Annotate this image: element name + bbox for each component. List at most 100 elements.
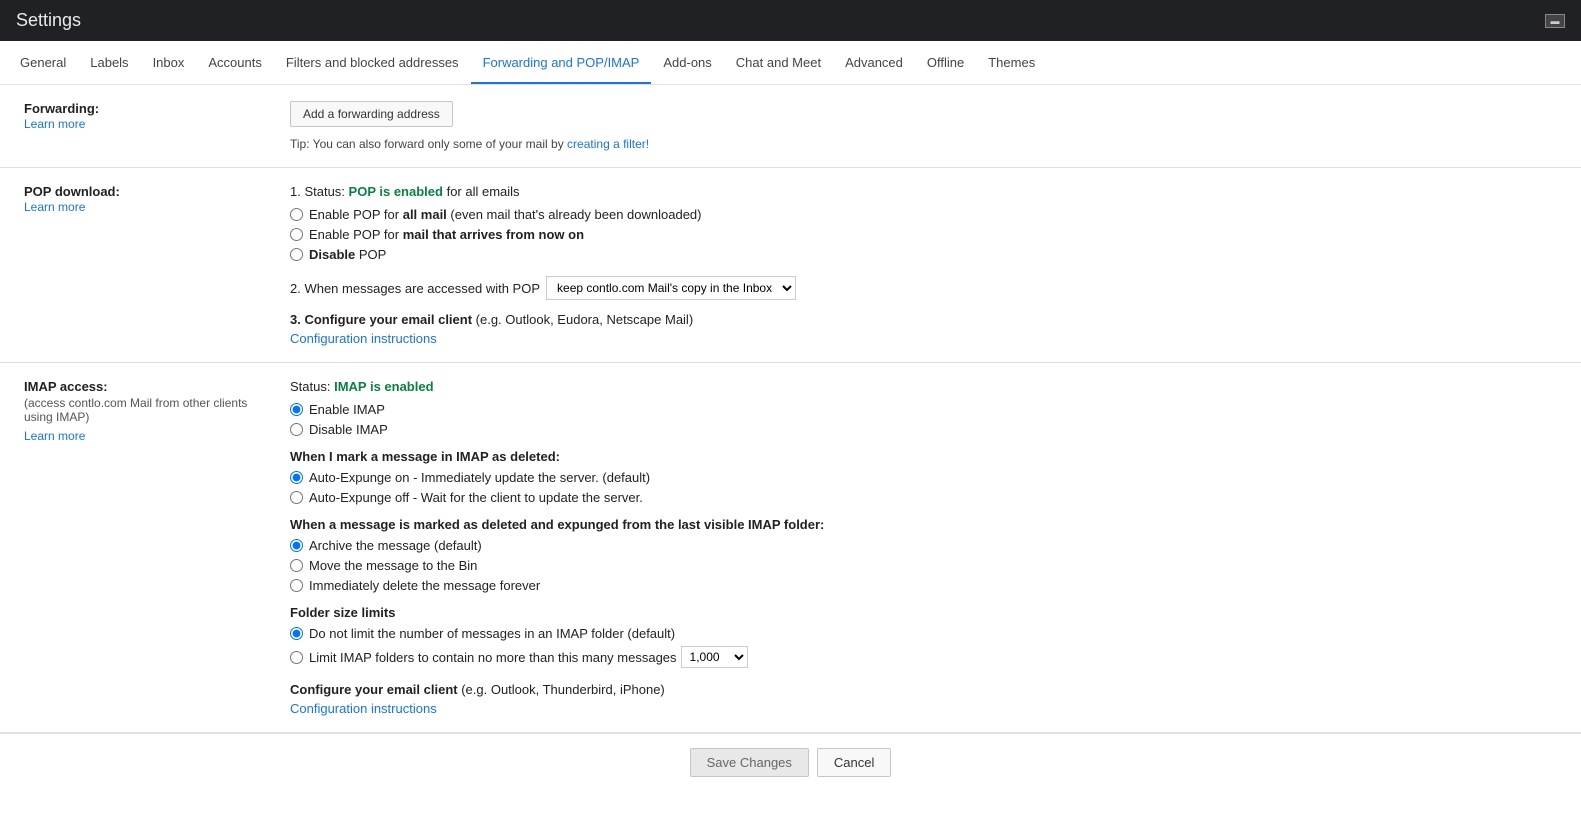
delete-forever-input[interactable] xyxy=(290,579,303,592)
pop-now-bold: mail that arrives from now on xyxy=(403,227,584,242)
archive-msg-input[interactable] xyxy=(290,539,303,552)
tip-prefix: Tip: You can also forward only some of y… xyxy=(290,137,564,151)
forwarding-label: Forwarding: Learn more xyxy=(0,101,290,151)
tab-advanced[interactable]: Advanced xyxy=(833,41,915,85)
pop-radio-disable-label: Disable POP xyxy=(309,247,386,262)
imap-expunged-heading: When a message is marked as deleted and … xyxy=(290,517,1565,532)
pop-configure-suffix: (e.g. Outlook, Eudora, Netscape Mail) xyxy=(472,312,693,327)
imap-desc: (access contlo.com Mail from other clien… xyxy=(24,396,266,424)
window-minimize-btn[interactable]: ▬ xyxy=(1545,14,1565,28)
auto-expunge-on-label: Auto-Expunge on - Immediately update the… xyxy=(309,470,650,485)
imap-enable-input[interactable] xyxy=(290,403,303,416)
pop-radio-disable-input[interactable] xyxy=(290,248,303,261)
auto-expunge-off-input[interactable] xyxy=(290,491,303,504)
pop-radio-all-input[interactable] xyxy=(290,208,303,221)
imap-content: Status: IMAP is enabled Enable IMAP Disa… xyxy=(290,379,1581,716)
tab-forwarding-pop-imap[interactable]: Forwarding and POP/IMAP xyxy=(471,41,652,85)
pop-learn-more[interactable]: Learn more xyxy=(24,200,85,214)
creating-filter-link[interactable]: creating a filter! xyxy=(567,137,649,151)
forwarding-learn-more[interactable]: Learn more xyxy=(24,117,85,131)
imap-label: IMAP access: (access contlo.com Mail fro… xyxy=(0,379,290,716)
tab-themes[interactable]: Themes xyxy=(976,41,1047,85)
title-bar: Settings ▬ xyxy=(0,0,1581,41)
imap-configure-strong: Configure your email client xyxy=(290,682,458,697)
forwarding-content: Add a forwarding address Tip: You can al… xyxy=(290,101,1581,151)
imap-configure-title: Configure your email client (e.g. Outloo… xyxy=(290,682,1565,697)
imap-status-line: Status: IMAP is enabled xyxy=(290,379,1565,394)
imap-disable-radio: Disable IMAP xyxy=(290,422,1565,437)
tab-addons[interactable]: Add-ons xyxy=(651,41,723,85)
tabs-bar: General Labels Inbox Accounts Filters an… xyxy=(0,41,1581,85)
tab-offline[interactable]: Offline xyxy=(915,41,976,85)
no-limit-input[interactable] xyxy=(290,627,303,640)
pop-status-prefix: 1. Status: xyxy=(290,184,349,199)
folder-limit-radio: Limit IMAP folders to contain no more th… xyxy=(290,646,1565,668)
pop-download-content: 1. Status: POP is enabled for all emails… xyxy=(290,184,1581,346)
imap-disable-label: Disable IMAP xyxy=(309,422,388,437)
forwarding-tip: Tip: You can also forward only some of y… xyxy=(290,137,1565,151)
pop-status-suffix: for all emails xyxy=(443,184,520,199)
imap-move-bin-radio: Move the message to the Bin xyxy=(290,558,1565,573)
imap-learn-more[interactable]: Learn more xyxy=(24,429,85,443)
folder-size-select[interactable]: 1,000 2,000 5,000 10,000 xyxy=(681,646,748,668)
add-forwarding-button[interactable]: Add a forwarding address xyxy=(290,101,453,127)
settings-page: General Labels Inbox Accounts Filters an… xyxy=(0,41,1581,837)
limit-msgs-input[interactable] xyxy=(290,651,303,664)
imap-deleted-heading: When I mark a message in IMAP as deleted… xyxy=(290,449,1565,464)
auto-expunge-off-label: Auto-Expunge off - Wait for the client t… xyxy=(309,490,643,505)
tab-general[interactable]: General xyxy=(8,41,78,85)
pop-radio-now: Enable POP for mail that arrives from no… xyxy=(290,227,1565,242)
move-bin-input[interactable] xyxy=(290,559,303,572)
pop-radio-disable: Disable POP xyxy=(290,247,1565,262)
tab-chat-meet[interactable]: Chat and Meet xyxy=(724,41,833,85)
imap-auto-expunge-on-radio: Auto-Expunge on - Immediately update the… xyxy=(290,470,1565,485)
delete-forever-label: Immediately delete the message forever xyxy=(309,578,540,593)
tab-labels[interactable]: Labels xyxy=(78,41,140,85)
forwarding-title: Forwarding: xyxy=(24,101,266,116)
auto-expunge-on-input[interactable] xyxy=(290,471,303,484)
forwarding-section: Forwarding: Learn more Add a forwarding … xyxy=(0,85,1581,168)
pop-config-link[interactable]: Configuration instructions xyxy=(290,331,437,346)
pop-download-section: POP download: Learn more 1. Status: POP … xyxy=(0,168,1581,363)
imap-status-prefix: Status: xyxy=(290,379,334,394)
imap-config-link[interactable]: Configuration instructions xyxy=(290,701,437,716)
imap-status-enabled: IMAP is enabled xyxy=(334,379,433,394)
imap-configure-suffix: (e.g. Outlook, Thunderbird, iPhone) xyxy=(458,682,665,697)
limit-msgs-label: Limit IMAP folders to contain no more th… xyxy=(309,650,677,665)
pop-all-bold: all mail xyxy=(403,207,447,222)
window-controls: ▬ xyxy=(1543,14,1565,28)
imap-auto-expunge-off-radio: Auto-Expunge off - Wait for the client t… xyxy=(290,490,1565,505)
pop-download-title: POP download: xyxy=(24,184,266,199)
tab-accounts[interactable]: Accounts xyxy=(196,41,273,85)
pop-status-enabled: POP is enabled xyxy=(349,184,443,199)
imap-disable-input[interactable] xyxy=(290,423,303,436)
tab-inbox[interactable]: Inbox xyxy=(141,41,197,85)
imap-title: IMAP access: xyxy=(24,379,266,394)
folder-size-heading: Folder size limits xyxy=(290,605,1565,620)
tab-filters[interactable]: Filters and blocked addresses xyxy=(274,41,471,85)
pop-when-label: 2. When messages are accessed with POP xyxy=(290,281,540,296)
pop-radio-all: Enable POP for all mail (even mail that'… xyxy=(290,207,1565,222)
imap-archive-radio: Archive the message (default) xyxy=(290,538,1565,553)
imap-access-section: IMAP access: (access contlo.com Mail fro… xyxy=(0,363,1581,733)
save-button[interactable]: Save Changes xyxy=(690,748,809,777)
pop-radio-now-input[interactable] xyxy=(290,228,303,241)
move-bin-label: Move the message to the Bin xyxy=(309,558,477,573)
archive-msg-label: Archive the message (default) xyxy=(309,538,482,553)
pop-disable-bold: Disable xyxy=(309,247,355,262)
pop-configure-title: 3. Configure your email client (e.g. Out… xyxy=(290,312,1565,327)
pop-download-label: POP download: Learn more xyxy=(0,184,290,346)
pop-configure-strong: 3. Configure your email client xyxy=(290,312,472,327)
folder-no-limit-radio: Do not limit the number of messages in a… xyxy=(290,626,1565,641)
pop-radio-now-label: Enable POP for mail that arrives from no… xyxy=(309,227,584,242)
bottom-bar: Save Changes Cancel xyxy=(0,733,1581,791)
imap-enable-label: Enable IMAP xyxy=(309,402,385,417)
pop-status-line: 1. Status: POP is enabled for all emails xyxy=(290,184,1565,199)
no-limit-label: Do not limit the number of messages in a… xyxy=(309,626,675,641)
imap-enable-radio: Enable IMAP xyxy=(290,402,1565,417)
page-title: Settings xyxy=(16,10,81,31)
cancel-button[interactable]: Cancel xyxy=(817,748,891,777)
imap-delete-forever-radio: Immediately delete the message forever xyxy=(290,578,1565,593)
pop-when-row: 2. When messages are accessed with POP k… xyxy=(290,276,1565,300)
pop-when-select[interactable]: keep contlo.com Mail's copy in the Inbox… xyxy=(546,276,796,300)
